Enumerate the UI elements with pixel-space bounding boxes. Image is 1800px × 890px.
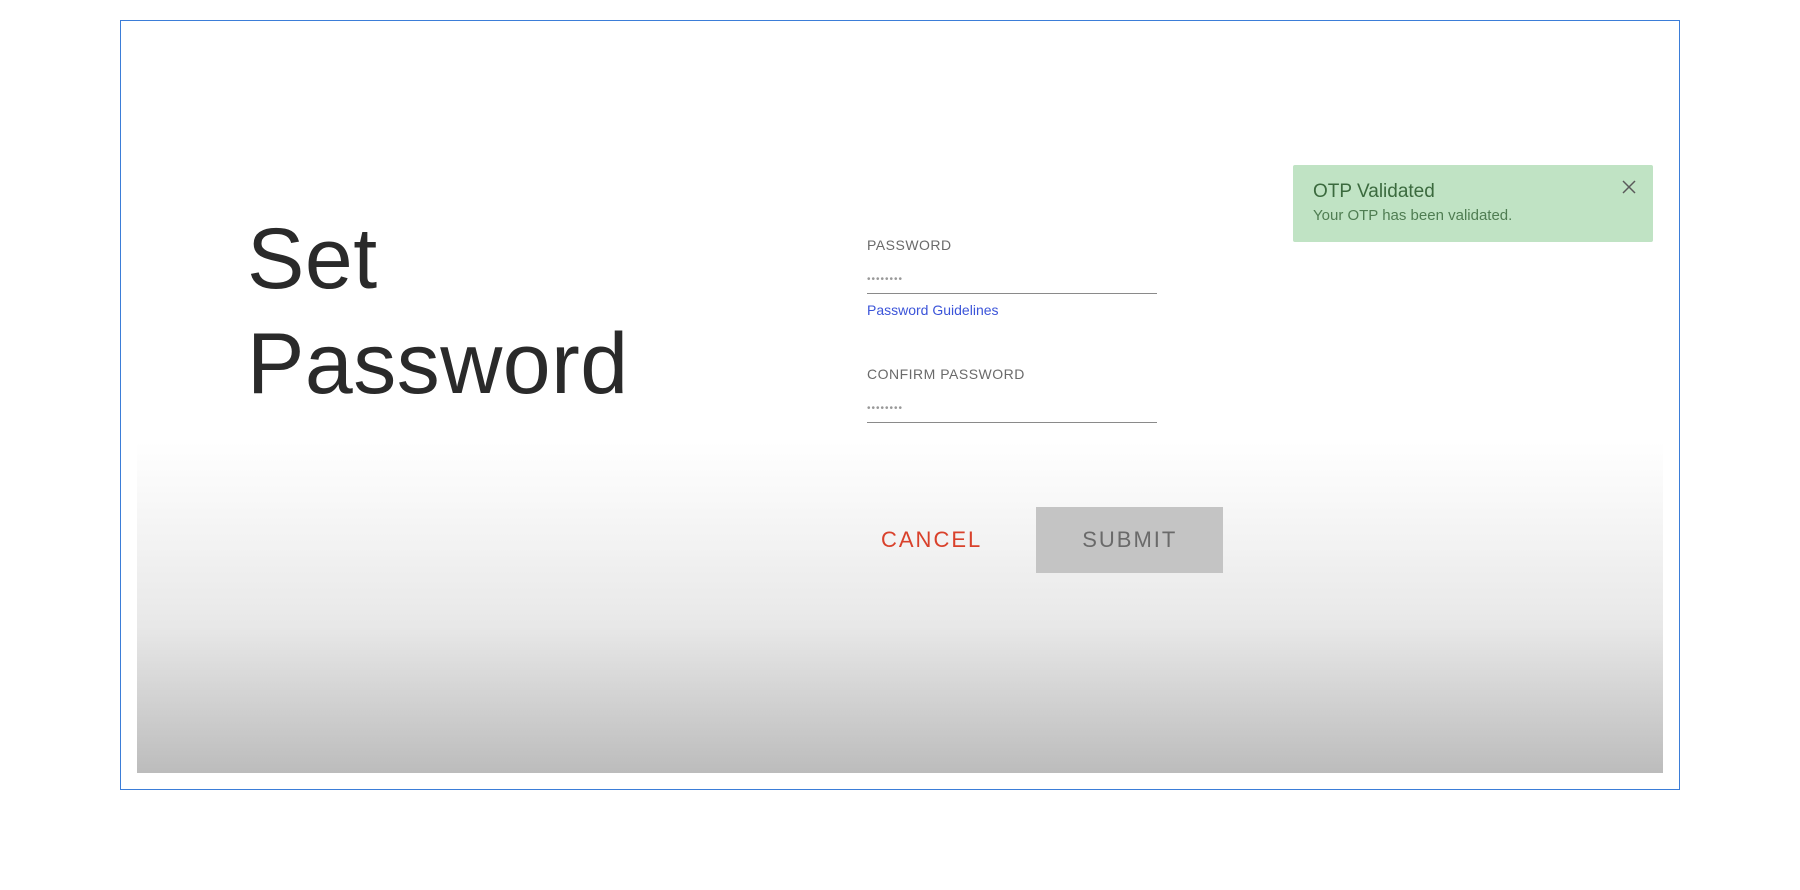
set-password-panel: Set Password PASSWORD Password Guideline… bbox=[137, 37, 1663, 773]
confirm-password-input[interactable] bbox=[867, 392, 1157, 423]
toast-title: OTP Validated bbox=[1313, 181, 1613, 203]
page-title-line2: Password bbox=[247, 316, 629, 412]
document-frame: Set Password PASSWORD Password Guideline… bbox=[120, 20, 1680, 790]
page-title-line1: Set bbox=[247, 211, 378, 307]
otp-validated-toast: OTP Validated Your OTP has been validate… bbox=[1293, 165, 1653, 242]
toast-close-button[interactable] bbox=[1619, 177, 1639, 197]
password-form: PASSWORD Password Guidelines CONFIRM PAS… bbox=[867, 237, 1167, 451]
submit-button[interactable]: SUBMIT bbox=[1036, 507, 1223, 573]
toast-body: Your OTP has been validated. bbox=[1313, 207, 1613, 224]
password-guidelines-link[interactable]: Password Guidelines bbox=[867, 302, 999, 318]
page-title: Set Password bbox=[247, 207, 629, 417]
cancel-button[interactable]: CANCEL bbox=[867, 509, 996, 571]
password-field-group: PASSWORD Password Guidelines bbox=[867, 237, 1167, 338]
confirm-password-field-group: CONFIRM PASSWORD bbox=[867, 366, 1167, 423]
close-icon bbox=[1621, 179, 1637, 195]
confirm-password-label: CONFIRM PASSWORD bbox=[867, 366, 1167, 382]
form-actions: CANCEL SUBMIT bbox=[867, 507, 1223, 573]
password-input[interactable] bbox=[867, 263, 1157, 294]
password-label: PASSWORD bbox=[867, 237, 1167, 253]
